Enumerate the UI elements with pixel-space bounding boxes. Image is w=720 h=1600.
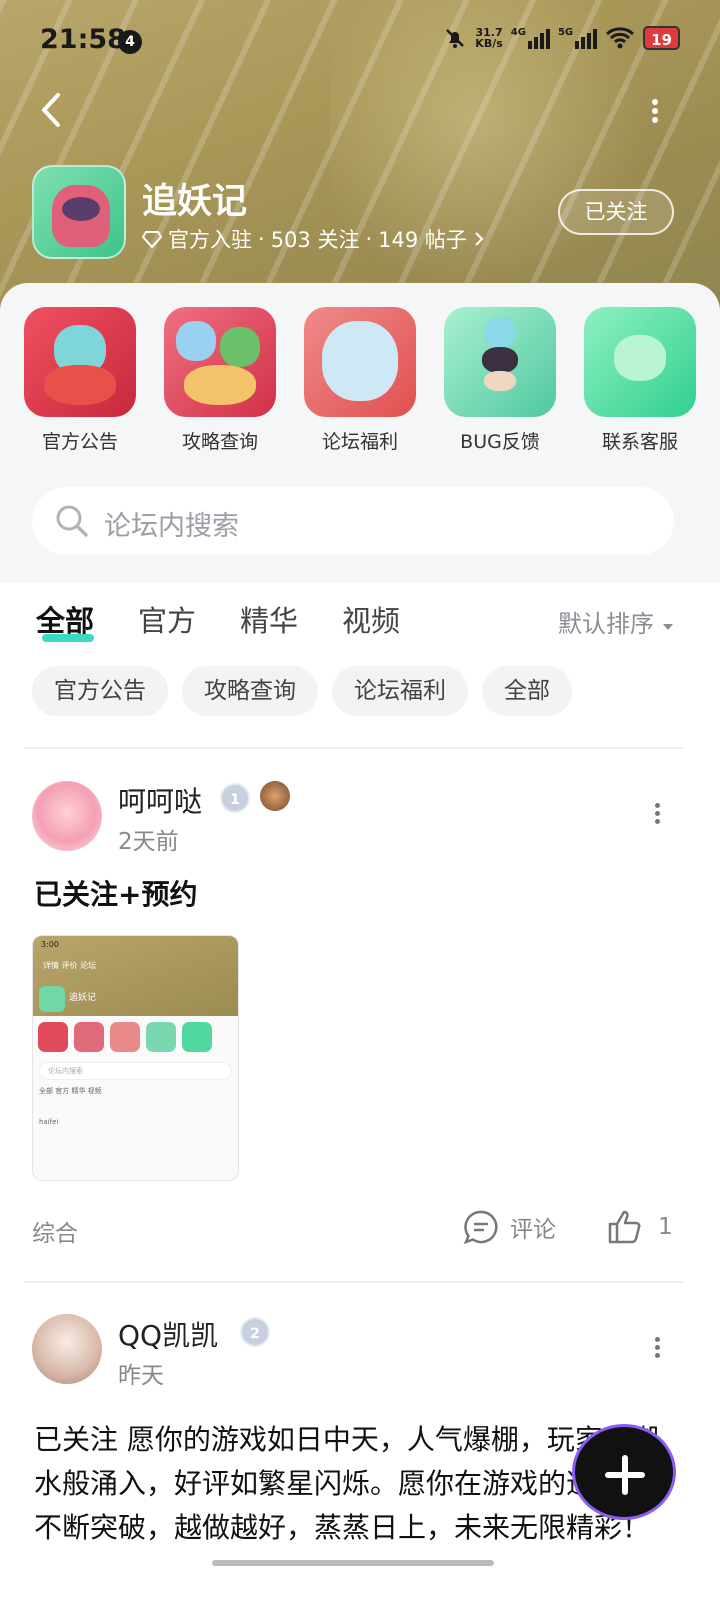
- search-icon: [56, 505, 88, 537]
- forum-search[interactable]: 论坛内搜索: [32, 487, 674, 555]
- thumbs-up-icon: [608, 1210, 641, 1244]
- comment-button[interactable]: 评论: [462, 1208, 556, 1246]
- caret-down-icon: [662, 624, 673, 630]
- quick-links: 官方公告 攻略查询 论坛福利 BUG反馈 联系客服: [24, 307, 696, 454]
- post-author[interactable]: QQ凯凯: [118, 1314, 218, 1354]
- quick-link-announcements[interactable]: 官方公告: [24, 307, 136, 454]
- signal-5g: 5G: [558, 27, 598, 49]
- post-count: 149 帖子: [378, 228, 467, 252]
- game-icon: [32, 165, 126, 259]
- search-placeholder: 论坛内搜索: [104, 511, 239, 542]
- chip-welfare[interactable]: 论坛福利: [332, 666, 468, 716]
- quick-link-bug-report[interactable]: BUG反馈: [444, 307, 556, 454]
- welfare-image: [304, 307, 416, 417]
- signal-4g: 4G: [511, 27, 550, 49]
- medal-icon: [260, 781, 290, 811]
- network-speed: 31.7 KB/s: [475, 26, 503, 50]
- guides-image: [164, 307, 276, 417]
- bug-report-image: [444, 307, 556, 417]
- forum-name: 追妖记: [142, 182, 248, 222]
- chip-all[interactable]: 全部: [482, 666, 572, 716]
- status-time: 21:58: [40, 24, 126, 55]
- post-author[interactable]: 呵呵哒: [118, 780, 202, 820]
- quick-link-welfare[interactable]: 论坛福利: [304, 307, 416, 454]
- chip-guides[interactable]: 攻略查询: [182, 666, 318, 716]
- level-badge: 1: [220, 783, 250, 813]
- post-more-button[interactable]: [652, 800, 662, 826]
- forum-meta[interactable]: 官方入驻 · 503 关注 · 149 帖子: [142, 224, 485, 254]
- home-indicator: [212, 1560, 494, 1566]
- like-button[interactable]: 1: [606, 1208, 673, 1246]
- wifi-icon: [606, 27, 635, 49]
- post-time: 昨天: [118, 1363, 164, 1389]
- more-options-button[interactable]: [648, 96, 662, 126]
- filter-chips: 官方公告 攻略查询 论坛福利 全部: [32, 666, 572, 716]
- quick-link-guides[interactable]: 攻略查询: [164, 307, 276, 454]
- follow-count: 503 关注: [270, 228, 360, 252]
- create-post-button[interactable]: [572, 1424, 676, 1520]
- battery-indicator: 19: [643, 26, 680, 50]
- announcement-image: [24, 307, 136, 417]
- notification-badge: 4: [118, 30, 142, 54]
- post-image[interactable]: 3:00 详情 评价 论坛 追妖记 论坛内搜索 全部 官方 精华 视频 haif…: [32, 935, 239, 1181]
- status-bar: 21:58 4 31.7 KB/s 4G 5G 19: [0, 18, 720, 62]
- tab-featured[interactable]: 精华: [240, 598, 298, 640]
- mute-bell-icon: [446, 29, 465, 48]
- avatar[interactable]: [32, 781, 102, 851]
- avatar[interactable]: [32, 1314, 102, 1384]
- post-more-button[interactable]: [652, 1334, 662, 1360]
- tab-official[interactable]: 官方: [138, 598, 196, 640]
- chevron-right-icon: [475, 232, 484, 246]
- post-category[interactable]: 综合: [32, 1214, 78, 1248]
- diamond-icon: [142, 231, 162, 248]
- verified-label: 官方入驻: [168, 228, 252, 252]
- level-badge: 2: [240, 1317, 270, 1347]
- active-tab-indicator: [42, 634, 94, 642]
- sort-dropdown[interactable]: 默认排序: [558, 604, 674, 639]
- post-time: 2天前: [118, 829, 179, 855]
- quick-link-support[interactable]: 联系客服: [584, 307, 696, 454]
- followed-button[interactable]: 已关注: [558, 189, 674, 235]
- back-button[interactable]: [36, 92, 66, 128]
- divider: [24, 747, 684, 749]
- tab-video[interactable]: 视频: [342, 598, 400, 640]
- support-image: [584, 307, 696, 417]
- chevron-left-icon: [42, 93, 60, 127]
- chip-announcements[interactable]: 官方公告: [32, 666, 168, 716]
- comment-icon: [463, 1210, 498, 1245]
- divider: [24, 1281, 684, 1283]
- post-content[interactable]: 已关注+预约: [34, 873, 197, 917]
- status-right: 31.7 KB/s 4G 5G 19: [443, 26, 680, 50]
